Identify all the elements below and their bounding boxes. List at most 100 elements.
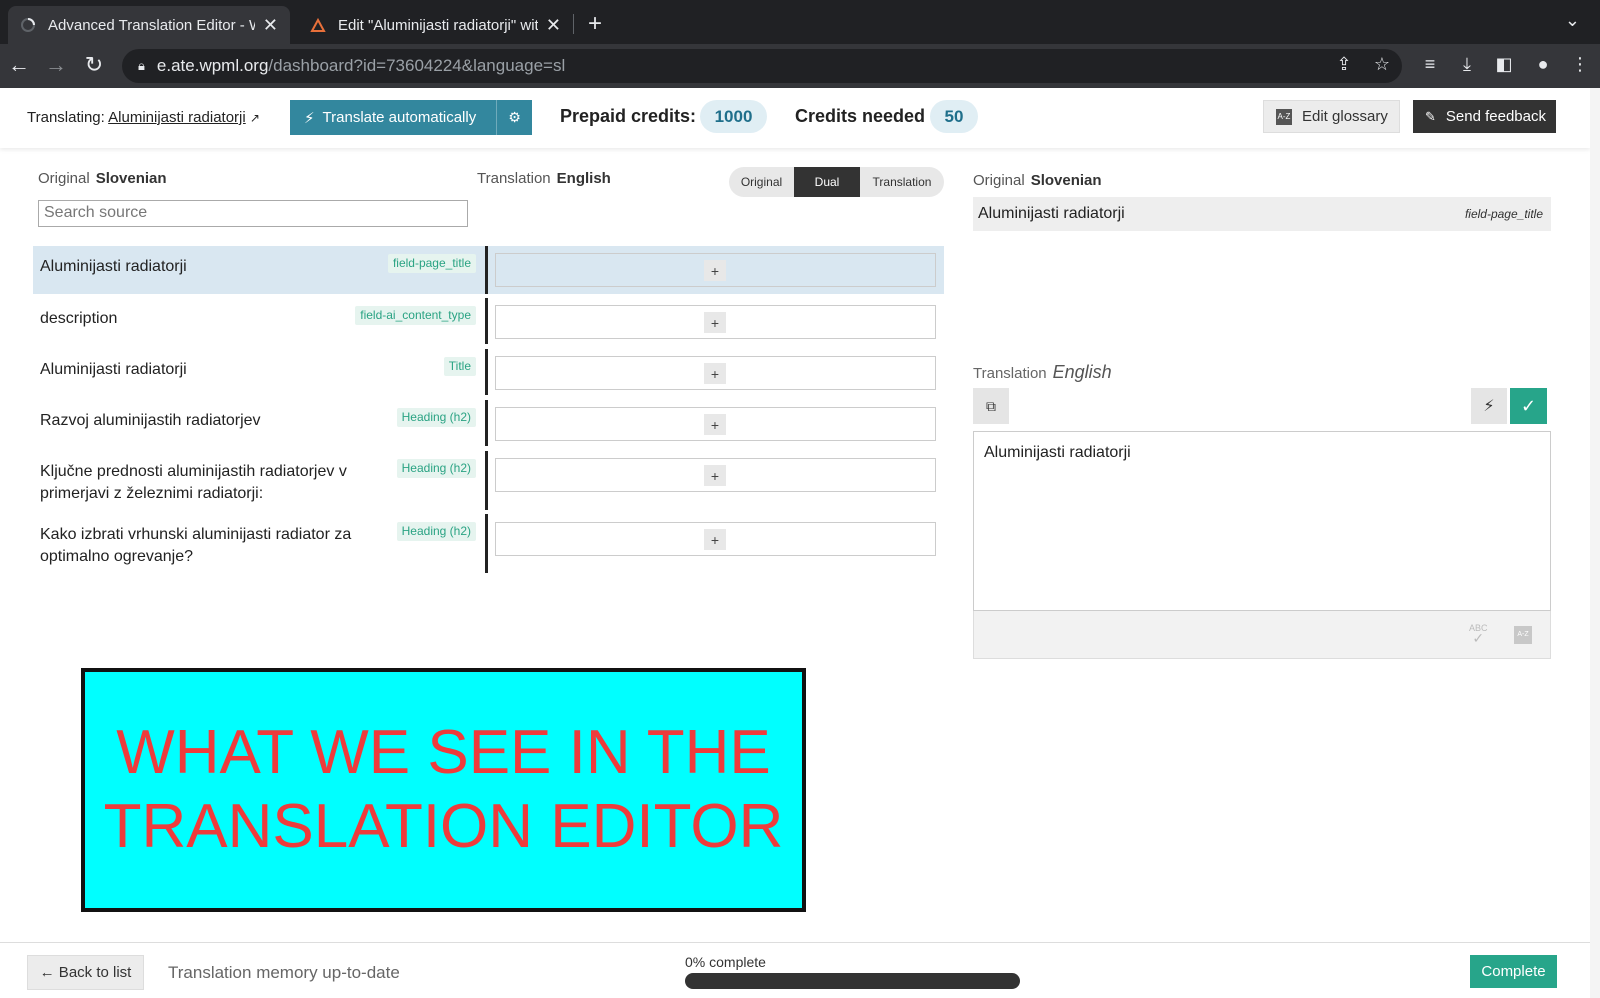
gear-icon[interactable]: ⚙ [496,100,532,135]
tab-title: Edit "Aluminijasti radiatorji" wit [338,16,538,34]
segment-row[interactable]: Kako izbrati vrhunski aluminijasti radia… [33,514,944,573]
media-queue-icon[interactable]: ≡ [1418,54,1442,75]
view-mode-toggle: Original Dual Translation [729,167,944,197]
translation-label: Translation [477,170,551,187]
spellcheck-icon[interactable]: ABC ✓ [1469,623,1488,645]
segment-source: description [40,310,118,327]
glossary-icon[interactable]: A-Z [1514,626,1532,644]
segment-tag: field-page_title [387,254,476,273]
reload-icon[interactable]: ↻ [80,52,108,78]
original-label: Original [38,170,90,187]
share-icon[interactable]: ⇪ [1332,54,1356,75]
glossary-icon: A-Z [1276,108,1292,125]
segment-translation-field[interactable]: + [495,305,936,339]
edit-glossary-button[interactable]: A-Z Edit glossary [1263,100,1400,133]
send-feedback-label: Send feedback [1445,108,1546,125]
prepaid-credits-label: Prepaid credits: [560,106,697,126]
tab-advanced-translation-editor[interactable]: Advanced Translation Editor - W ✕ [8,6,290,44]
segment-translation-field[interactable]: + [495,253,936,287]
view-mode-dual[interactable]: Dual [794,167,860,197]
edit-glossary-label: Edit glossary [1302,108,1388,125]
segment-row[interactable]: Razvoj aluminijastih radiatorjev Heading… [33,400,944,446]
download-icon[interactable]: ⤓ [1455,54,1479,75]
side-panel-icon[interactable]: ◧ [1492,54,1516,75]
progress-bar [685,973,1020,989]
url-path: /dashboard?id=73604224&language=sl [268,56,566,75]
segment-tag: Title [443,357,476,376]
plus-icon[interactable]: + [704,529,726,550]
segment-row[interactable]: Aluminijasti radiatorji field-page_title… [33,246,944,294]
url-host: e.ate.wpml.org [156,56,269,75]
segment-translation-field[interactable]: + [495,407,936,441]
segment-source: Aluminijasti radiatorji [40,258,187,275]
prepaid-credits-badge: 1000 [700,100,767,133]
segment-tag: Heading (h2) [396,408,476,427]
translating-link[interactable]: Aluminijasti radiatorji [108,109,246,126]
segment-row[interactable]: Aluminijasti radiatorji Title + [33,349,944,395]
view-mode-translation[interactable]: Translation [860,167,944,197]
credits-needed-label: Credits needed [795,106,926,126]
browser-toolbar: ← → ↻ 🔒︎ e.ate.wpml.org/dashboard?id=736… [0,44,1600,88]
panel-original-header: Original Slovenian [973,172,1102,189]
plus-icon[interactable]: + [704,363,726,384]
close-icon[interactable]: ✕ [263,15,278,36]
plus-icon[interactable]: + [704,414,726,435]
profile-icon[interactable]: ● [1531,54,1555,75]
address-bar[interactable]: 🔒︎ e.ate.wpml.org/dashboard?id=73604224&… [122,49,1402,83]
plus-icon[interactable]: + [704,465,726,486]
segment-source: Razvoj aluminijastih radiatorjev [40,412,261,429]
external-link-icon[interactable]: ↗ [250,111,260,125]
annotation-banner-text: WHAT WE SEE IN THE TRANSLATION EDITOR [103,718,784,861]
lock-icon: 🔒︎ [138,58,145,73]
back-to-list-button[interactable]: ← Back to list [27,955,144,990]
panel-translation-header: Translation English [973,362,1112,383]
segment-source: Kako izbrati vrhunski aluminijasti radia… [40,526,352,565]
panel-translation-label: Translation [973,365,1047,382]
tab-separator [573,14,574,34]
view-mode-original[interactable]: Original [729,167,794,197]
forward-arrow-icon[interactable]: → [42,52,70,78]
column-divider [485,246,488,294]
segment-translation-field[interactable]: + [495,458,936,492]
close-icon[interactable]: ✕ [546,15,561,36]
translation-memory-status: Translation memory up-to-date [168,963,400,982]
complete-button[interactable]: Complete [1470,955,1557,988]
tab-edit-post[interactable]: Edit "Aluminijasti radiatorji" wit ✕ [298,6,573,44]
chevron-down-icon[interactable]: ⌄ [1565,10,1580,31]
original-language: Slovenian [95,170,167,187]
wordpress-warning-icon [310,17,326,33]
tab-title: Advanced Translation Editor - W [48,16,255,34]
translating-info: Translating: Aluminijasti radiatorji ↗ [27,109,260,126]
pencil-icon: ✎ [1425,108,1436,124]
segment-source: Ključne prednosti aluminijastih radiator… [40,463,347,502]
star-icon[interactable]: ☆ [1370,54,1394,75]
kebab-menu-icon[interactable]: ⋮ [1568,54,1592,75]
back-arrow-icon[interactable]: ← [5,52,33,78]
credits-needed-badge: 50 [930,100,978,133]
new-tab-icon[interactable]: + [588,10,602,38]
editor-header: Translating: Aluminijasti radiatorji ↗ ⚡… [0,88,1590,148]
segment-translation-field[interactable]: + [495,356,936,390]
search-source-input[interactable]: Search source [38,200,468,227]
segment-translation-field[interactable]: + [495,522,936,556]
plus-icon[interactable]: + [704,312,726,333]
segment-row[interactable]: description field-ai_content_type + [33,298,944,344]
translation-language: English [556,170,611,187]
copy-source-icon[interactable]: ⧉ [973,388,1009,424]
send-feedback-button[interactable]: ✎ Send feedback [1413,100,1556,133]
translation-textarea[interactable]: Aluminijasti radiatorji [973,431,1551,611]
column-divider [485,298,488,344]
translate-automatically-button[interactable]: ⚡︎ Translate automatically ⚙ [290,100,532,135]
translate-automatically-label: Translate automatically [322,109,477,126]
lightning-icon[interactable]: ⚡︎ [1471,388,1507,424]
browser-tab-bar: Advanced Translation Editor - W ✕ Edit "… [0,0,1600,44]
plus-icon[interactable]: + [704,260,726,281]
panel-original-label: Original [973,172,1025,189]
segment-source: Aluminijasti radiatorji [40,361,187,378]
translation-footer: ABC ✓ A-Z [973,611,1551,659]
check-icon[interactable]: ✓ [1510,388,1547,424]
panel-original-tag: field-page_title [1464,207,1543,221]
segment-row[interactable]: Ključne prednosti aluminijastih radiator… [33,451,944,510]
scrollbar[interactable] [1590,88,1600,998]
segment-tag: Heading (h2) [396,459,476,478]
